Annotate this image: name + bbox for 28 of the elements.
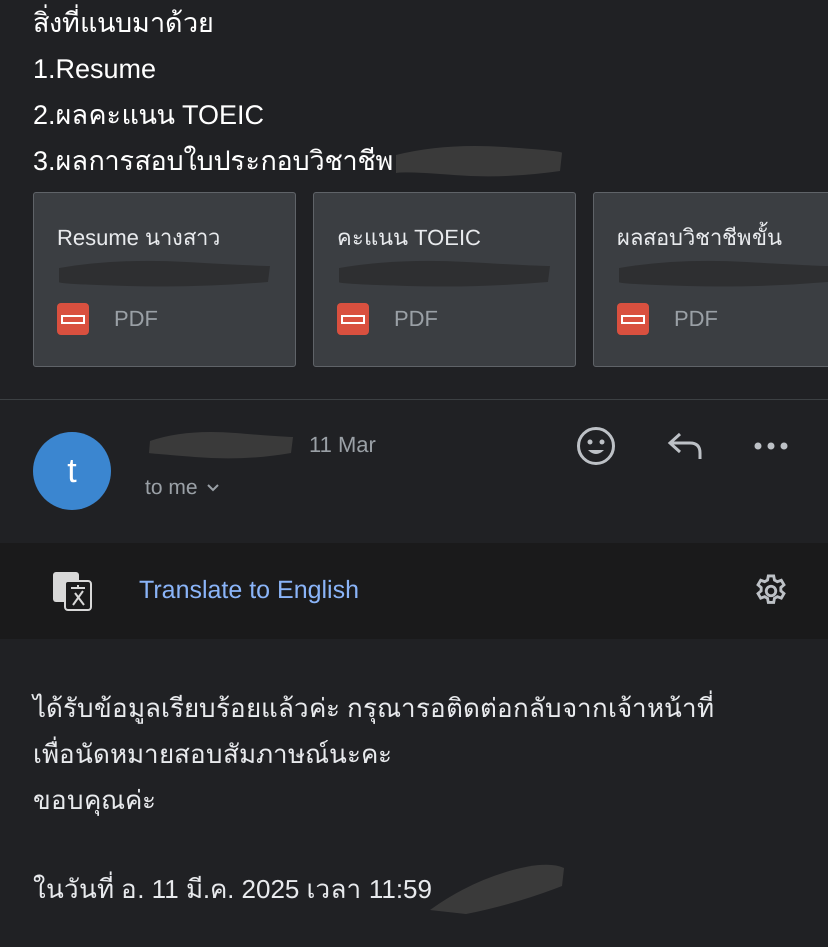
message-date: 11 Mar: [309, 430, 376, 458]
pdf-file-icon: [57, 302, 89, 334]
attachment-card[interactable]: Resume นางสาว PDF: [33, 192, 296, 367]
message-paragraph: ขอบคุณค่ะ: [33, 784, 157, 818]
translate-icon: [52, 571, 92, 611]
chevron-down-icon: [206, 482, 220, 493]
reply-icon[interactable]: [666, 431, 704, 461]
emoji-icon[interactable]: [576, 426, 616, 466]
translate-link[interactable]: Translate to English: [139, 572, 360, 610]
more-options-icon[interactable]: [754, 442, 788, 450]
attachment-list-line: 2.ผลคะแนน TOEIC: [33, 98, 264, 132]
attachment-list-line: 3.ผลการสอบใบประกอบวิชาชีพ: [33, 144, 394, 178]
attachment-title: ผลสอบวิชาชีพขั้น: [617, 221, 828, 254]
file-type-label: PDF: [394, 305, 438, 333]
message-paragraph: ได้รับข้อมูลเรียบร้อยแล้วค่ะ กรุณารอติดต่อกลับจากเจ้าหน้าที่ เพื่อนัดหมายสอบสัมภาษณ์นะคะ: [33, 685, 723, 777]
attachment-list-line: สิ่งที่แนบมาด้วย: [33, 2, 214, 44]
attachment-card[interactable]: ผลสอบวิชาชีพขั้น PDF: [593, 192, 828, 367]
attachment-title: คะแนน TOEIC: [337, 224, 482, 252]
pdf-file-icon: [337, 302, 369, 334]
recipient-toggle[interactable]: to me: [145, 472, 376, 504]
attachment-title: Resume นางสาว: [57, 224, 222, 252]
pdf-file-icon: [617, 302, 649, 334]
quote-header: ในวันที่ อ. 11 มี.ค. 2025 เวลา 11:59: [33, 870, 432, 906]
file-type-label: PDF: [674, 305, 718, 333]
avatar: t: [33, 432, 111, 510]
attachment-card[interactable]: คะแนน TOEIC PDF: [313, 192, 576, 367]
file-type-label: PDF: [114, 305, 158, 333]
attachment-list-line: 1.Resume: [33, 52, 156, 86]
